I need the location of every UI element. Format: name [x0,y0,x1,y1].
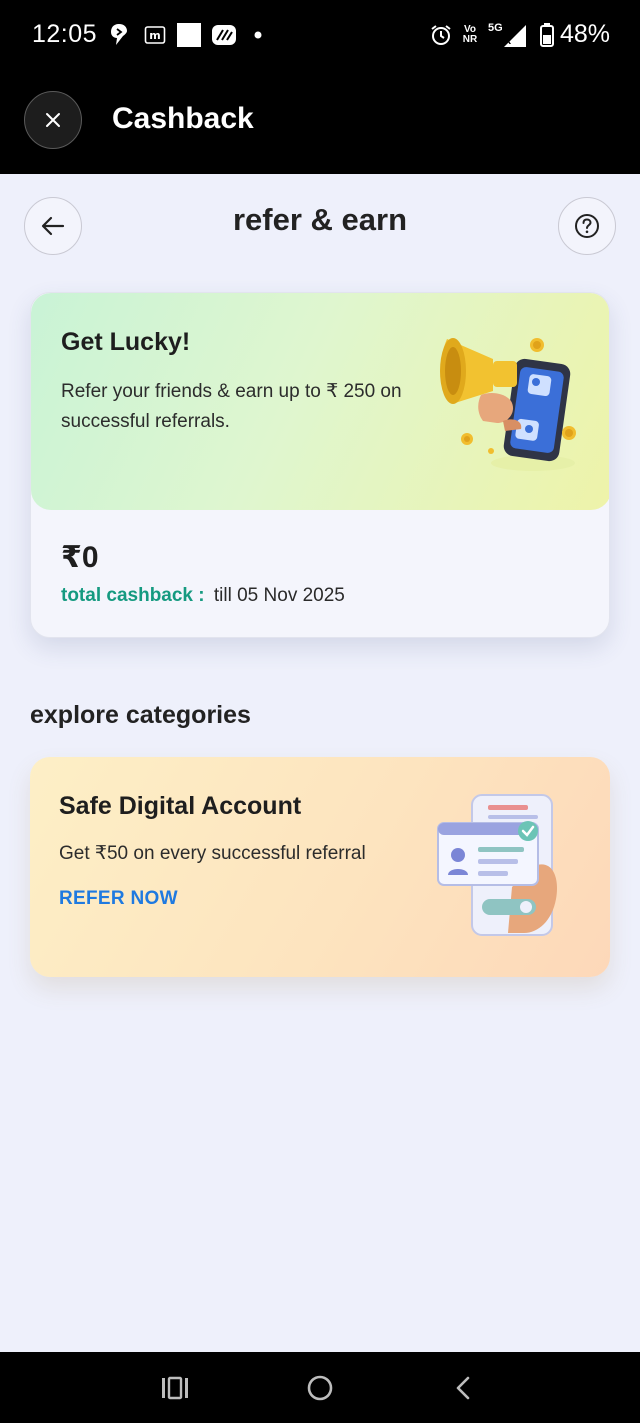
square-app-icon [177,22,201,48]
svg-text:m: m [149,29,160,42]
battery-icon [540,22,554,48]
volte-icon: Vo NR [459,22,481,48]
system-nav-bar [0,1352,640,1423]
referral-description: Refer your friends & earn up to ₹ 250 on… [61,381,402,432]
referral-card[interactable]: Get Lucky! Refer your friends & earn up … [30,292,610,638]
stripe-app-icon [212,22,236,48]
dot-icon [253,22,263,48]
till-date: till 05 Nov 2025 [213,585,345,606]
help-icon [575,214,599,238]
explore-categories-title: explore categories [30,701,251,729]
battery-percent: 48% [559,20,610,48]
m-app-icon: m [144,22,166,48]
signal-label: 5G [488,22,503,34]
close-button[interactable] [24,91,82,149]
signal-icon: 5G R [488,22,528,48]
help-button[interactable] [558,197,616,255]
recents-icon [162,1376,188,1400]
alarm-icon [430,22,452,48]
refer-now-button[interactable]: REFER NOW [59,888,178,910]
referral-title: Get Lucky! [61,328,191,356]
status-time: 12:05 [32,20,98,48]
status-bar: 12:05 m Vo NR 5G R 48% [0,0,640,72]
cashback-footer: total cashback : till 05 Nov 2025 [61,585,345,607]
category-title: Safe Digital Account [59,792,302,820]
nav-back-button[interactable] [444,1370,484,1406]
close-icon [46,113,60,127]
home-icon [307,1375,333,1401]
total-cashback-label: total cashback : [61,585,205,606]
page-title: refer & earn [232,202,408,237]
cashback-amount: ₹0 [61,541,99,574]
recents-button[interactable] [155,1370,195,1406]
category-description: Get ₹50 on every successful referral [59,843,366,864]
back-icon [456,1376,470,1400]
safe-digital-account-card[interactable]: Safe Digital Account Get ₹50 on every su… [30,757,610,977]
home-button[interactable] [300,1370,340,1406]
chat-bubble-icon [110,22,128,48]
referral-banner: Get Lucky! Refer your friends & earn up … [31,293,609,510]
roaming-label: R [504,36,512,47]
header-title: Cashback [112,102,254,135]
megaphone-phone-illustration [440,338,576,471]
volte-bottom-label: NR [462,34,478,45]
app-header: Cashback [0,72,640,174]
phone-id-card-illustration [437,794,557,936]
